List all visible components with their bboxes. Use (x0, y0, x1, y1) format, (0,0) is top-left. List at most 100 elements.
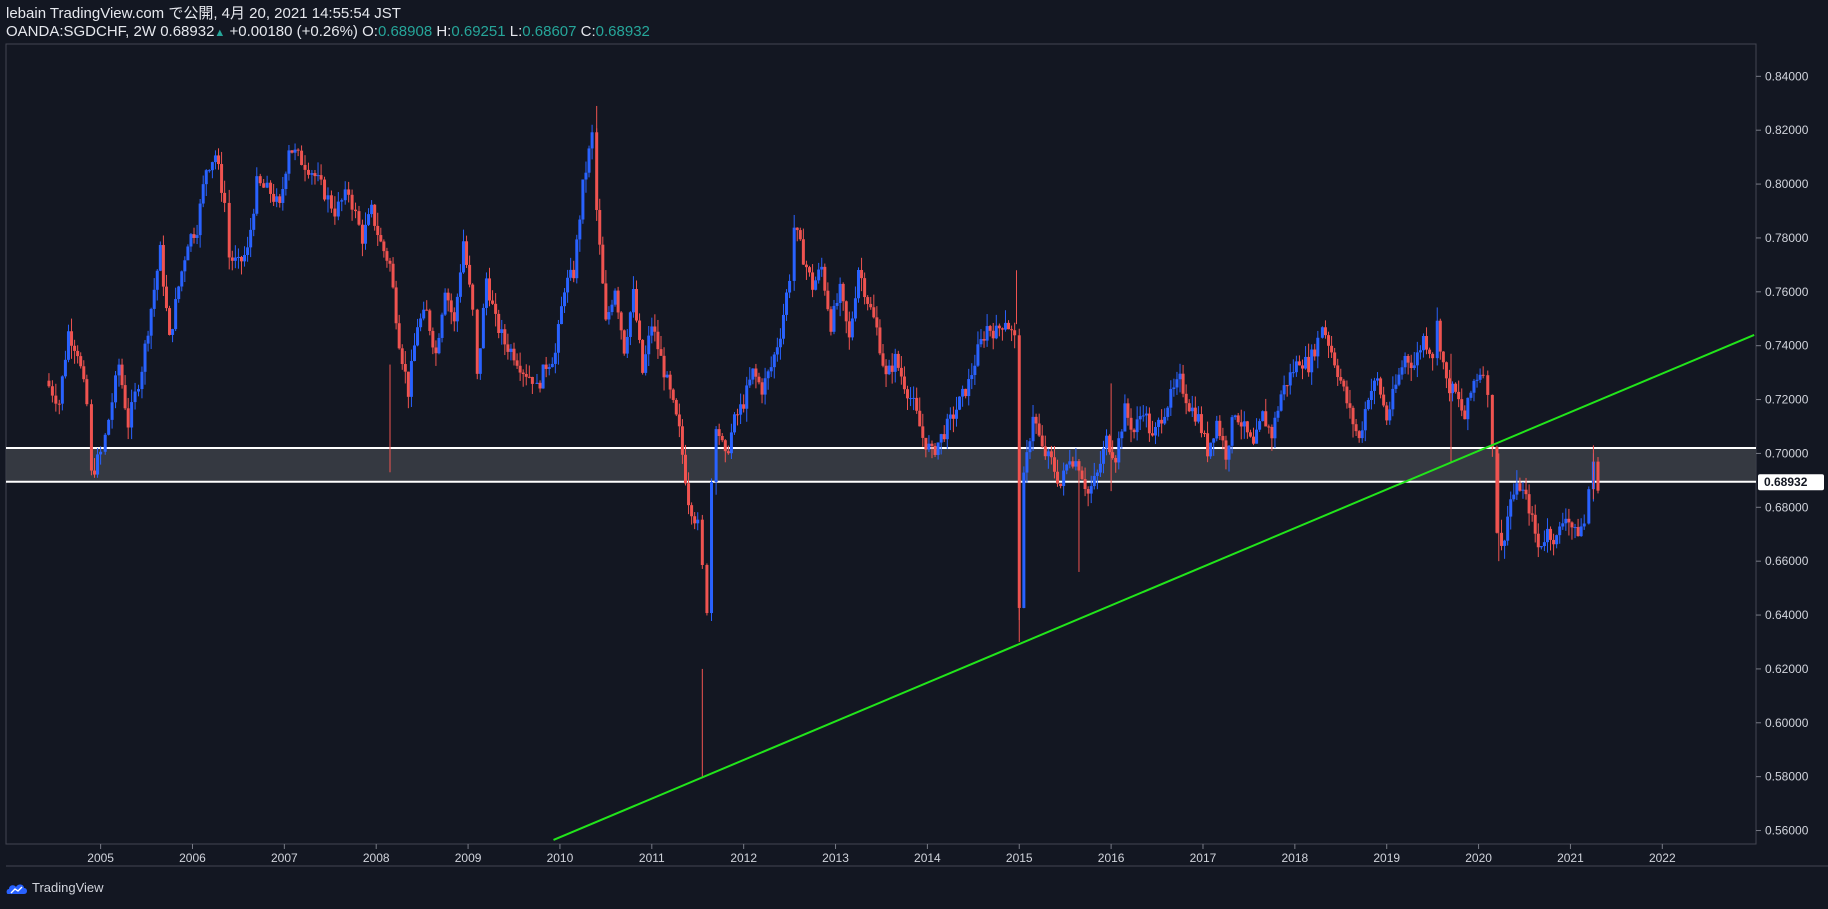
candle-body (1339, 377, 1343, 381)
candle-body (1409, 362, 1413, 369)
candle-body (1034, 416, 1038, 424)
x-tick-label: 2005 (87, 851, 114, 865)
tradingview-logo[interactable]: TradingView (6, 880, 104, 895)
candle-body (1276, 410, 1280, 418)
candle-body (1472, 380, 1476, 393)
candle-body (569, 269, 573, 278)
candle-body (1007, 322, 1011, 330)
candle-body (422, 309, 426, 319)
candle-body (1336, 365, 1340, 378)
candle-body (1570, 522, 1574, 528)
x-tick-label: 2010 (547, 851, 574, 865)
candle-body (1379, 378, 1383, 395)
candle-body (117, 364, 121, 376)
candle-body (1333, 352, 1337, 366)
candle-body (1178, 373, 1182, 380)
y-tick-label: 0.84000 (1765, 69, 1809, 83)
candle-body (575, 239, 579, 279)
candle-body (1056, 471, 1060, 484)
candle-body (1233, 415, 1237, 418)
candle-body (1475, 379, 1479, 381)
candle-body (1582, 523, 1586, 527)
candle-body (343, 189, 347, 201)
candle-body (110, 402, 114, 420)
candle-body (255, 176, 259, 214)
candle-body (647, 335, 651, 355)
candle-body (313, 173, 317, 177)
candle-body (1135, 419, 1139, 433)
price-chart[interactable]: 0.84000 0.82000 0.80000 0.78000 0.76000 0.740… (0, 0, 1828, 909)
candle-body (835, 302, 839, 306)
candle-body (394, 287, 398, 324)
x-tick-label: 2012 (730, 851, 757, 865)
candle-body (252, 213, 256, 230)
candle-body (1418, 350, 1422, 353)
candle-body (373, 204, 377, 226)
candle-body (1221, 435, 1225, 441)
candle-body (1460, 399, 1464, 411)
candle-body (1394, 384, 1398, 389)
candle-body (434, 347, 438, 354)
support-zone (6, 448, 1756, 482)
candle-body (123, 385, 127, 409)
candle-body (1040, 435, 1044, 447)
candle-body (1587, 489, 1591, 524)
candle-body (336, 201, 340, 217)
candle-body (1267, 426, 1271, 428)
candle-body (1062, 470, 1066, 487)
candle-body (838, 283, 842, 303)
candle-body (1187, 403, 1191, 412)
candle-body (933, 445, 937, 455)
candle-body (1175, 379, 1179, 388)
candle-body (683, 454, 687, 484)
candle-body (1129, 417, 1133, 430)
candle-body (1391, 388, 1395, 410)
candle-body (1382, 394, 1386, 406)
candle-body (970, 375, 974, 380)
candle-body (506, 344, 510, 352)
candle-body (1105, 435, 1109, 449)
candle-body (500, 329, 504, 334)
candle-body (853, 298, 857, 319)
candle-body (403, 364, 407, 372)
candle-body (409, 361, 413, 397)
candle-body (1369, 390, 1373, 400)
x-tick-label: 2008 (363, 851, 390, 865)
candle-body (1031, 416, 1035, 442)
candle-body (246, 247, 250, 256)
y-tick-label: 0.64000 (1765, 608, 1809, 622)
candle-body (1291, 372, 1295, 374)
candle-body (1147, 413, 1151, 434)
candle-body (220, 164, 224, 193)
candle-body (1536, 533, 1540, 548)
candle-body (951, 414, 955, 419)
candle-body (484, 278, 488, 308)
candle-body (236, 256, 240, 258)
candle-body (872, 307, 876, 318)
candle-body (278, 196, 282, 203)
candle-body (233, 257, 237, 261)
candle-body (1242, 421, 1246, 427)
candle-body (183, 260, 187, 272)
candle-body (1545, 528, 1549, 543)
candle-body (1469, 392, 1473, 398)
candle-body (1372, 380, 1376, 391)
candle-body (696, 519, 700, 524)
candle-body (954, 409, 958, 419)
x-tick-label: 2022 (1649, 851, 1676, 865)
candle-body (416, 327, 420, 346)
candle-body (1224, 440, 1228, 460)
candle-body (1282, 385, 1286, 395)
candle-body (1444, 362, 1448, 379)
candle-body (281, 188, 285, 203)
candle-body (1132, 429, 1136, 433)
candle-body (1400, 367, 1404, 375)
candle-body (680, 426, 684, 455)
candle-body (915, 397, 919, 411)
candle-body (391, 263, 395, 288)
candle-body (1438, 320, 1442, 352)
candle-body (924, 437, 928, 450)
candle-body (994, 325, 998, 339)
candle-body (1199, 414, 1203, 434)
candle-body (465, 241, 469, 265)
